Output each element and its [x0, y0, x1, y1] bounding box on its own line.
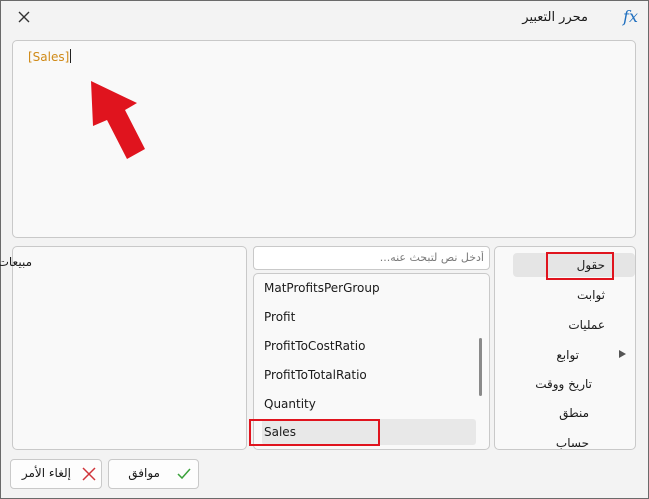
category-datetime[interactable]: تاريخ ووقت — [535, 372, 592, 396]
expression-text[interactable]: [Sales] — [28, 49, 72, 64]
cross-icon — [82, 467, 96, 481]
search-input[interactable] — [254, 247, 489, 267]
list-item[interactable]: Profit — [262, 304, 476, 330]
selected-field-highlight — [249, 419, 380, 446]
cancel-button[interactable]: إلغاء الأمر — [10, 459, 102, 489]
text-caret — [70, 49, 72, 63]
category-math[interactable]: حساب — [556, 431, 589, 449]
field-description: مبيعات — [0, 255, 32, 269]
list-item[interactable]: ProfitToTotalRatio — [262, 362, 476, 388]
ok-button[interactable]: موافق — [108, 459, 199, 489]
category-logic[interactable]: منطق — [559, 401, 589, 425]
cancel-label: إلغاء الأمر — [21, 466, 71, 480]
fx-icon: fx — [623, 7, 638, 26]
close-icon[interactable] — [15, 8, 33, 26]
category-operators[interactable]: عمليات — [568, 313, 605, 337]
dialog-title: محرر التعبير — [522, 10, 588, 25]
checkmark-icon — [177, 468, 191, 480]
selected-category-highlight — [546, 252, 614, 280]
list-item[interactable]: Quantity — [262, 391, 476, 417]
list-item[interactable]: MatProfitsPerGroup — [262, 275, 476, 301]
description-panel: مبيعات — [0, 246, 247, 450]
ok-label: موافق — [128, 466, 160, 480]
search-box[interactable] — [253, 246, 490, 270]
arrow-up-icon — [91, 81, 145, 159]
fields-scrollbar[interactable] — [479, 338, 482, 396]
category-constants[interactable]: ثوابت — [577, 283, 605, 307]
triangle-right-icon[interactable] — [619, 350, 626, 358]
expression-editor-dialog: محرر التعبير fx [Sales] مبيعات MatProfit… — [0, 0, 649, 499]
title-bar: محرر التعبير fx — [1, 1, 648, 35]
list-item[interactable]: ProfitToCostRatio — [262, 333, 476, 359]
category-functions[interactable]: توابع — [556, 343, 579, 367]
